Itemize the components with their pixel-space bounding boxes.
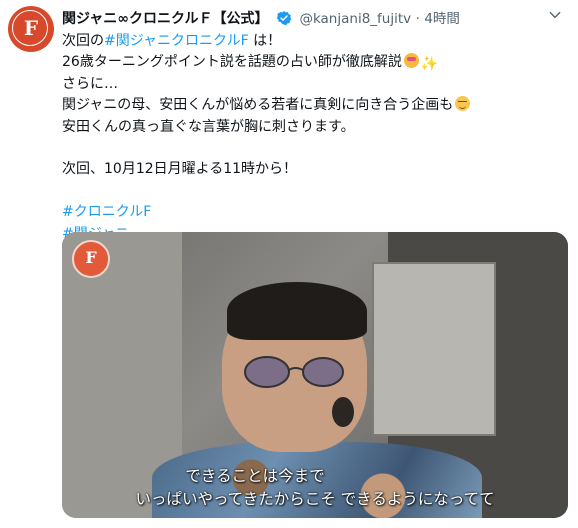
text-segment: 安田くんの真っ直ぐな言葉が胸に刺さります。 [62, 118, 355, 135]
text-segment: は！ [248, 33, 282, 49]
text-line: 次回の#関ジャニクロニクルF は！ [62, 31, 562, 52]
video-subtitle-line: できることは今まで [185, 467, 325, 485]
text-segment: さらに… [62, 75, 118, 92]
background-window [372, 262, 496, 436]
sparkles-emoji-icon: ✨ [420, 56, 439, 73]
video-subtitle-line: いっぱいやってきたからこそ できるようになってて [135, 490, 495, 508]
chevron-down-icon[interactable] [548, 8, 562, 26]
text-line: #クロニクルF [62, 202, 562, 223]
avatar[interactable]: F [8, 6, 54, 52]
party-face-emoji-icon [403, 53, 419, 69]
text-segment: 関ジャニの母、安田くんが悩める若者に真剣に向き合う企画も [62, 97, 454, 114]
text-segment: 26歳ターニングポイント説を話題の占い師が徹底解説 [62, 54, 402, 71]
tweet-text: 次回の#関ジャニクロニクルF は！ 26歳ターニングポイント説を話題の占い師が徹… [62, 31, 562, 245]
relieved-face-emoji-icon [455, 96, 471, 112]
avatar-letter: F [23, 16, 39, 40]
tweet-header: 関ジャニ∞クロニクルＦ【公式】 @kanjani8_fujitv · 4時間 [62, 7, 460, 29]
channel-logo: F [72, 240, 110, 278]
tweet-card[interactable]: F 関ジャニ∞クロニクルＦ【公式】 @kanjani8_fujitv · 4時間… [0, 0, 578, 528]
hashtag-link[interactable]: #クロニクルF [62, 204, 151, 220]
person-hair [227, 282, 367, 340]
verified-badge-icon [276, 10, 292, 30]
glasses-icon [244, 356, 344, 388]
earring [332, 397, 354, 427]
user-handle[interactable]: @kanjani8_fujitv [299, 11, 411, 27]
text-segment: 次回の [62, 33, 104, 49]
text-line: 次回、10月12日月曜よる11時から！ [62, 159, 562, 180]
separator-dot: · [415, 11, 420, 27]
text-segment: 次回、10月12日月曜よる11時から！ [62, 161, 298, 178]
logo-letter: F [85, 248, 97, 267]
hashtag-link[interactable]: #関ジャニクロニクルF [104, 33, 249, 49]
text-line: さらに… [62, 74, 562, 95]
tweet-media-image[interactable]: F できることは今まで いっぱいやってきたからこそ できるようになってて [62, 232, 568, 518]
text-line: 安田くんの真っ直ぐな言葉が胸に刺さります。 [62, 117, 562, 138]
tweet-timestamp[interactable]: 4時間 [424, 11, 460, 27]
display-name[interactable]: 関ジャニ∞クロニクルＦ【公式】 [62, 11, 269, 27]
text-line: 関ジャニの母、安田くんが悩める若者に真剣に向き合う企画も [62, 95, 562, 116]
text-line: 26歳ターニングポイント説を話題の占い師が徹底解説 ✨ [62, 52, 562, 73]
